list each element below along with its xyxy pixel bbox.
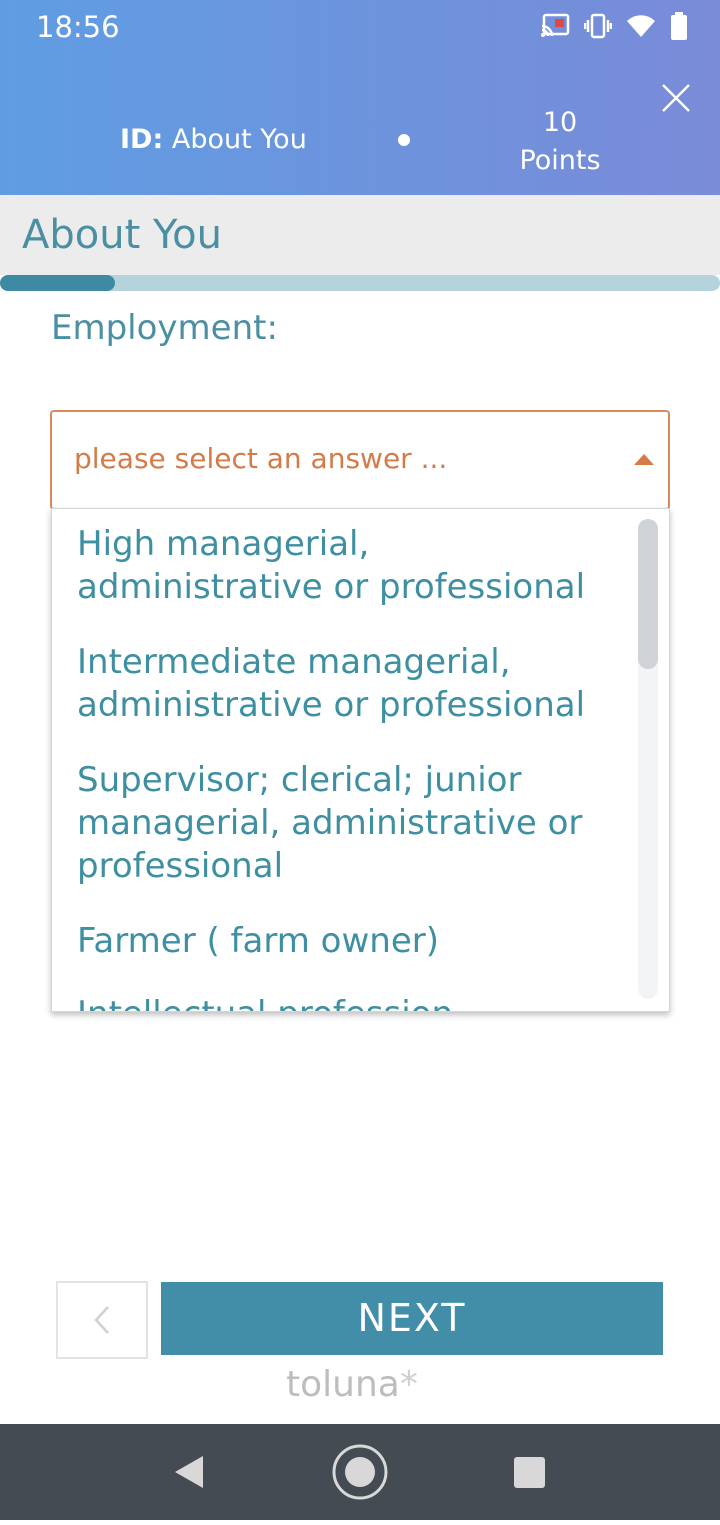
cast-icon [540, 13, 570, 44]
progress-fill [0, 275, 116, 291]
battery-icon [670, 12, 688, 45]
back-nav-icon[interactable] [175, 1456, 203, 1488]
wifi-icon [626, 14, 656, 43]
option-high-managerial[interactable]: High managerial, administrative or profe… [77, 523, 617, 609]
back-button[interactable] [56, 1281, 148, 1359]
option-supervisor-clerical[interactable]: Supervisor; clerical; junior managerial,… [77, 759, 617, 888]
employment-select[interactable]: please select an answer ... [50, 410, 670, 510]
option-intermediate-managerial[interactable]: Intermediate managerial, administrative … [77, 641, 617, 727]
system-nav-bar [0, 1424, 720, 1520]
next-button[interactable]: NEXT [161, 1282, 663, 1355]
chevron-left-icon [94, 1306, 109, 1334]
home-nav-icon[interactable] [332, 1444, 388, 1500]
status-time: 18:56 [36, 10, 120, 44]
survey-id-value: About You [171, 124, 307, 155]
section-title: About You [22, 212, 222, 258]
survey-id: ID: About You [120, 124, 307, 155]
recents-nav-icon[interactable] [514, 1457, 545, 1488]
points-value: 10 [542, 107, 578, 138]
points-display: 10 Points [500, 104, 620, 180]
survey-header: 18:56 ID: About You 10 Points [0, 0, 720, 195]
option-intellectual-profession[interactable]: Intellectual profession [77, 993, 617, 1011]
brand-name: toluna [286, 1364, 400, 1405]
select-placeholder: please select an answer ... [74, 442, 448, 475]
asterisk-icon: * [399, 1364, 418, 1405]
dropdown-list[interactable]: High managerial, administrative or profe… [51, 508, 670, 1012]
close-icon[interactable] [660, 82, 692, 114]
dropdown-scrollbar[interactable] [638, 519, 658, 999]
status-icons [540, 12, 688, 45]
separator-dot [398, 134, 410, 146]
question-label: Employment: [51, 308, 278, 348]
toluna-logo: toluna* [286, 1364, 418, 1405]
option-farmer[interactable]: Farmer ( farm owner) [77, 920, 617, 963]
points-label: Points [519, 145, 601, 176]
scrollbar-thumb[interactable] [638, 519, 658, 669]
caret-up-icon [634, 454, 654, 465]
vibrate-icon [583, 13, 613, 44]
progress-bar [0, 275, 720, 291]
survey-id-prefix: ID: [120, 124, 164, 155]
